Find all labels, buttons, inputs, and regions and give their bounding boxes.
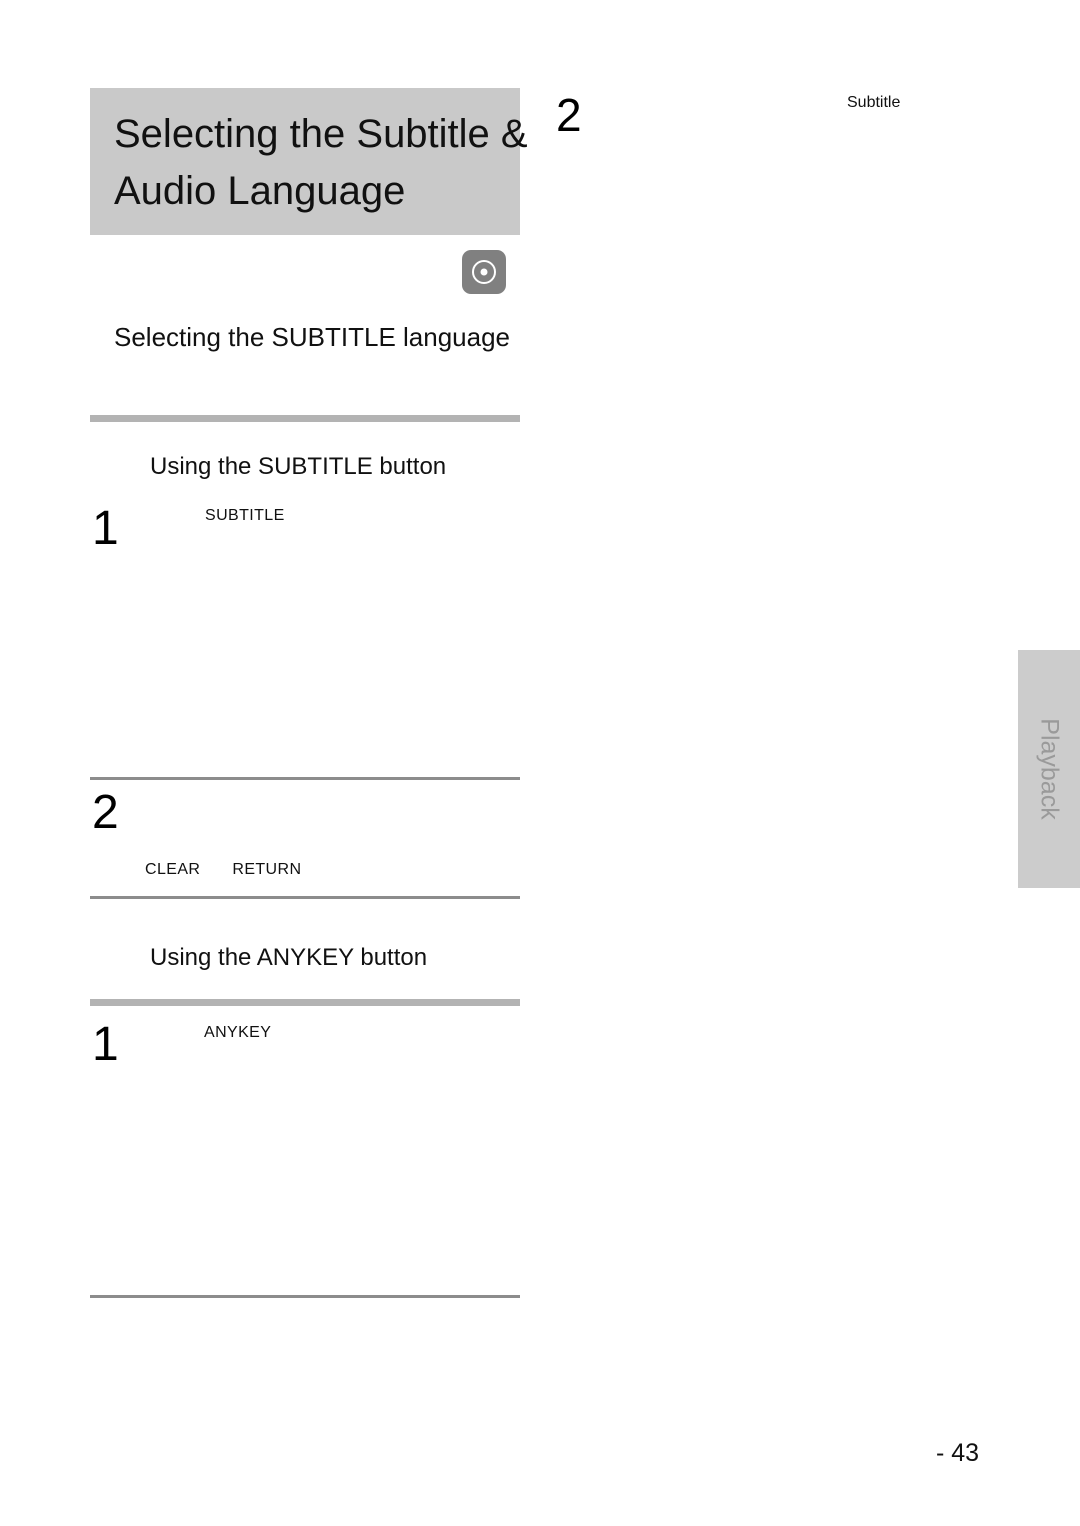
annotation-subtitle: Subtitle: [847, 94, 901, 111]
subsection-heading-subtitle-button: Using the SUBTITLE button: [150, 453, 447, 480]
step-number-anykey-1: 1: [92, 1018, 119, 1071]
key-label-row-clear-return: CLEAR RETURN: [145, 860, 301, 880]
disc-icon: [462, 250, 506, 294]
section-divider-5: [90, 1295, 520, 1298]
subsection-heading-anykey-button: Using the ANYKEY button: [150, 944, 428, 971]
page-title-block: Selecting the Subtitle & Audio Language: [90, 88, 528, 235]
step-number-subtitle-1: 1: [92, 502, 119, 555]
key-label-return: RETURN: [232, 861, 302, 878]
section-divider-2: [90, 777, 520, 780]
section-divider-4: [90, 999, 520, 1006]
document-page: 2 Selecting the Subtitle & Audio Languag…: [0, 0, 1080, 1526]
section-divider-1: [90, 415, 520, 422]
chapter-number: 2: [556, 89, 582, 141]
key-label-subtitle: SUBTITLE: [205, 507, 285, 524]
page-title-line-2: Audio Language: [114, 169, 406, 213]
step-number-subtitle-2: 2: [92, 786, 119, 839]
disc-icon-hub: [480, 268, 488, 276]
page-title-line-1: Selecting the Subtitle &: [114, 112, 528, 156]
key-label-clear: CLEAR: [145, 861, 201, 878]
key-label-anykey: ANYKEY: [204, 1024, 272, 1041]
page-number: - 43: [936, 1439, 980, 1467]
section-divider-3: [90, 896, 520, 899]
side-tab-playback-label: Playback: [1035, 718, 1064, 820]
side-tab-playback: Playback: [1018, 650, 1080, 888]
section-heading: Selecting the SUBTITLE language: [114, 322, 511, 352]
